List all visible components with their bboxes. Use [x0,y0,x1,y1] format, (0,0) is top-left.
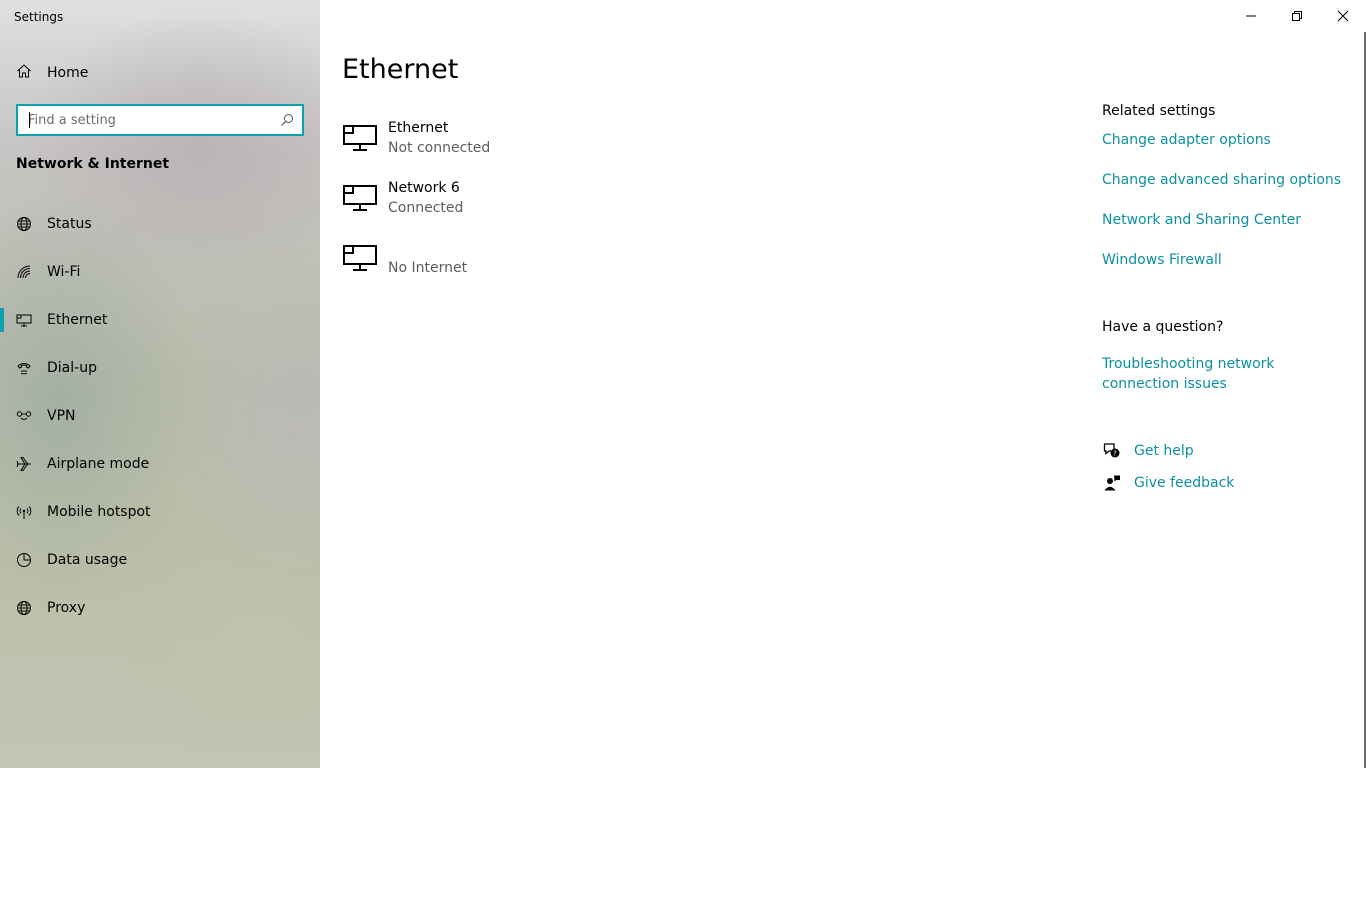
nav-list: Status Wi-Fi Ethernet Dial-up VPN Airpla… [0,200,320,632]
sidebar-item-label: VPN [47,408,76,424]
network-status: Not connected [388,140,491,156]
network-status: No Internet [388,260,468,276]
ethernet-network-icon [342,242,378,274]
home-button[interactable]: Home [16,62,88,84]
dialup-icon [16,360,32,376]
globe-icon [16,600,32,616]
home-label: Home [47,65,89,81]
sidebar-item-wifi[interactable]: Wi-Fi [0,248,320,296]
network-name [388,238,467,258]
sidebar-item-label: Airplane mode [47,456,150,472]
sidebar-item-airplane[interactable]: Airplane mode [0,440,320,488]
hotspot-icon [16,504,32,520]
sidebar-item-label: Proxy [47,600,86,616]
change-advanced-sharing-link[interactable]: Change advanced sharing options [1102,170,1341,190]
minimize-button[interactable] [1228,0,1274,32]
troubleshooting-link-line1: Troubleshooting network [1102,356,1275,372]
sidebar-item-hotspot[interactable]: Mobile hotspot [0,488,320,536]
page-title: Ethernet [342,54,459,85]
minimize-icon [1245,7,1257,26]
app-title: Settings [14,10,64,24]
related-settings-heading: Related settings [1102,103,1216,119]
sidebar-item-dialup[interactable]: Dial-up [0,344,320,392]
data-usage-icon [16,552,32,568]
svg-text:?: ? [1113,450,1117,458]
ethernet-icon [16,312,32,328]
airplane-icon [16,456,32,472]
network-name: Ethernet [388,120,449,136]
close-button[interactable] [1320,0,1366,32]
network-item[interactable]: No Internet [342,238,490,298]
close-icon [1337,7,1349,26]
give-feedback-link[interactable]: Give feedback [1134,475,1234,491]
network-sharing-center-link[interactable]: Network and Sharing Center [1102,210,1301,230]
give-feedback-row[interactable]: Give feedback [1102,473,1234,493]
main-content: Ethernet Ethernet Not connected Network … [320,0,1366,768]
network-item[interactable]: Ethernet Not connected [342,118,490,178]
help-chat-icon: ? [1102,441,1122,461]
sidebar-item-proxy[interactable]: Proxy [0,584,320,632]
restore-icon [1291,7,1303,26]
troubleshooting-link-line2: connection issues [1102,376,1227,392]
change-adapter-options-link[interactable]: Change adapter options [1102,130,1271,150]
settings-window: Settings Home Network & Internet Status [0,0,1366,768]
windows-firewall-link[interactable]: Windows Firewall [1102,250,1222,270]
question-heading: Have a question? [1102,319,1224,335]
network-list: Ethernet Not connected Network 6 Connect… [342,118,490,298]
get-help-row[interactable]: ? Get help [1102,441,1194,461]
sidebar-item-ethernet[interactable]: Ethernet [0,296,320,344]
sidebar-item-status[interactable]: Status [0,200,320,248]
sidebar-item-data-usage[interactable]: Data usage [0,536,320,584]
sidebar-item-label: Mobile hotspot [47,504,151,520]
wifi-icon [16,264,32,280]
globe-status-icon [16,216,32,232]
feedback-person-icon [1102,473,1122,493]
sidebar-item-label: Data usage [47,552,128,568]
sidebar-item-label: Ethernet [47,312,108,328]
section-title: Network & Internet [16,156,170,172]
search-box[interactable] [16,104,304,136]
vpn-icon [16,408,32,424]
text-caret [29,112,30,128]
sidebar: Settings Home Network & Internet Status [0,0,320,768]
ethernet-network-icon [342,122,378,154]
window-controls [1228,0,1366,32]
home-icon [16,63,32,83]
network-status: Connected [388,200,464,216]
search-input[interactable] [18,106,272,134]
restore-button[interactable] [1274,0,1320,32]
sidebar-item-label: Dial-up [47,360,97,376]
ethernet-network-icon [342,182,378,214]
get-help-link[interactable]: Get help [1134,443,1194,459]
troubleshooting-link[interactable]: Troubleshooting network connection issue… [1102,354,1275,394]
sidebar-item-vpn[interactable]: VPN [0,392,320,440]
sidebar-item-label: Status [47,216,92,232]
network-name: Network 6 [388,180,460,196]
network-item[interactable]: Network 6 Connected [342,178,490,238]
sidebar-item-label: Wi-Fi [47,264,81,280]
search-icon[interactable] [272,106,302,134]
